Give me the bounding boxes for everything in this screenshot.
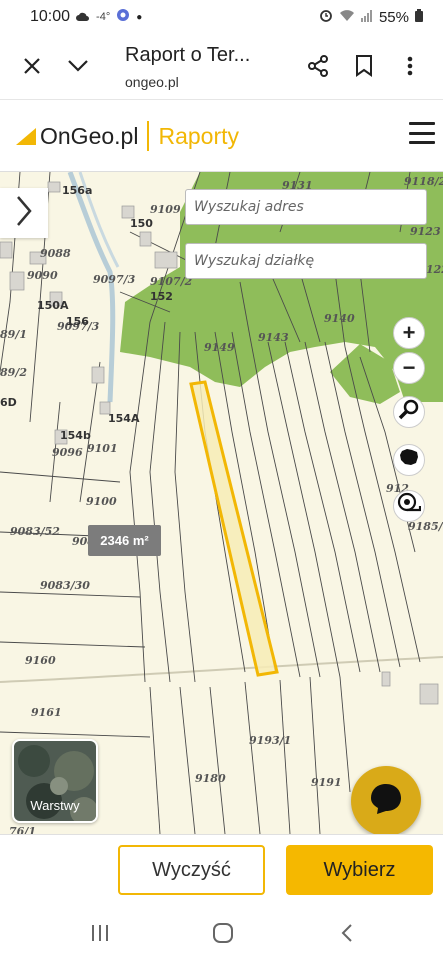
parcel-label: 9185/ [408, 520, 443, 533]
building-label: 156a [62, 184, 93, 197]
search-address-input[interactable] [185, 189, 427, 225]
parcel-label: 9191 [311, 776, 342, 789]
building-label: 152 [150, 290, 173, 303]
parcel-label: 89/2 [0, 366, 27, 379]
expand-panel-button[interactable] [0, 188, 48, 238]
chevron-down-icon[interactable] [60, 48, 96, 84]
page-domain: ongeo.pl [125, 74, 179, 90]
parcel-label: 122 [426, 263, 443, 276]
parcel-label: 9083/52 [10, 525, 60, 538]
status-temperature: -4° [96, 11, 111, 23]
map-view[interactable]: 9131 9118/2 9109 9123 9088 122 9090 9097… [0, 172, 443, 834]
poland-view-button[interactable] [393, 444, 425, 476]
search-parcel-input[interactable] [185, 243, 427, 279]
clear-button[interactable]: Wyczyść [118, 845, 265, 895]
close-icon[interactable] [14, 48, 50, 84]
parcel-label: 9118/2 [404, 175, 443, 188]
recent-apps-icon[interactable] [85, 918, 115, 948]
logo-text: OnGeo.pl [40, 122, 139, 149]
magnifier-icon [398, 398, 420, 426]
chat-bubble-icon [368, 781, 404, 822]
search-map-button[interactable] [393, 396, 425, 428]
layers-label: Warstwy [30, 798, 80, 813]
app-notification-icon [116, 8, 130, 26]
wifi-icon [339, 9, 355, 26]
selected-parcel[interactable] [189, 380, 279, 677]
parcel-label: 76/1 [9, 825, 36, 834]
share-icon[interactable] [300, 48, 336, 84]
parcel-label: 6D [0, 396, 17, 409]
building-label: 150 [130, 217, 153, 230]
cloud-icon [76, 9, 90, 26]
building-label: 154A [108, 412, 140, 425]
logo-mark-icon [16, 127, 36, 145]
logo-separator [147, 121, 150, 151]
parcel-label: 9149 [204, 341, 235, 354]
chevron-right-icon [15, 195, 33, 232]
parcel-label: 9161 [31, 706, 62, 719]
building-label: 150A [37, 299, 69, 312]
menu-icon[interactable] [409, 122, 435, 144]
bookmark-icon[interactable] [346, 48, 382, 84]
area-badge: 2346 m² [88, 525, 161, 556]
parcel-label: 9140 [324, 312, 355, 325]
logo-subtitle: Raporty [158, 122, 239, 149]
back-icon[interactable] [332, 918, 362, 948]
home-icon[interactable] [208, 918, 238, 948]
parcel-label: 9109 [150, 203, 181, 216]
plus-icon: + [402, 320, 416, 345]
parcel-label: 9097/3 [93, 273, 136, 286]
select-button[interactable]: Wybierz [286, 845, 433, 895]
zoom-in-button[interactable]: + [393, 317, 425, 349]
parcel-label: 9123 [410, 225, 441, 238]
parcel-label: 9088 [40, 247, 71, 260]
parcel-label: 9096 [52, 446, 83, 459]
battery-icon [415, 8, 423, 26]
parcel-label: 9160 [25, 654, 56, 667]
parcel-label: 9193/1 [249, 734, 292, 747]
battery-text: 55% [378, 8, 409, 26]
dot-icon: ● [136, 11, 143, 23]
more-options-icon[interactable] [392, 48, 428, 84]
site-header: OnGeo.pl Raporty [0, 100, 443, 172]
browser-toolbar: Raport o Ter... ongeo.pl [0, 34, 443, 100]
page-title: Raport o Ter... [125, 44, 251, 66]
parcel-label: 9090 [27, 269, 58, 282]
building-label: 156 [66, 315, 89, 328]
measure-button[interactable] [393, 490, 425, 522]
parcel-label: 9143 [258, 331, 289, 344]
parcel-label: 9180 [195, 772, 226, 785]
zoom-out-button[interactable]: − [393, 352, 425, 384]
parcel-label: 9083/30 [40, 579, 90, 592]
parcel-label: 9100 [86, 495, 117, 508]
signal-icon [360, 9, 373, 26]
building-label: 154b [60, 429, 91, 442]
parcel-label: 89/1 [0, 328, 27, 341]
parcel-label: 9101 [87, 442, 118, 455]
site-logo[interactable]: OnGeo.pl Raporty [16, 120, 239, 152]
tape-measure-icon [397, 492, 422, 520]
action-bar: Wyczyść Wybierz [0, 834, 443, 904]
system-nav-bar [0, 904, 443, 960]
status-bar: 10:00 -4° ● 55% [0, 0, 443, 34]
status-time: 10:00 [30, 8, 71, 25]
alarm-icon [319, 8, 333, 26]
layers-button[interactable]: Warstwy [12, 739, 98, 823]
minus-icon: − [402, 355, 416, 380]
poland-map-icon [398, 446, 420, 474]
chat-button[interactable] [351, 766, 421, 834]
